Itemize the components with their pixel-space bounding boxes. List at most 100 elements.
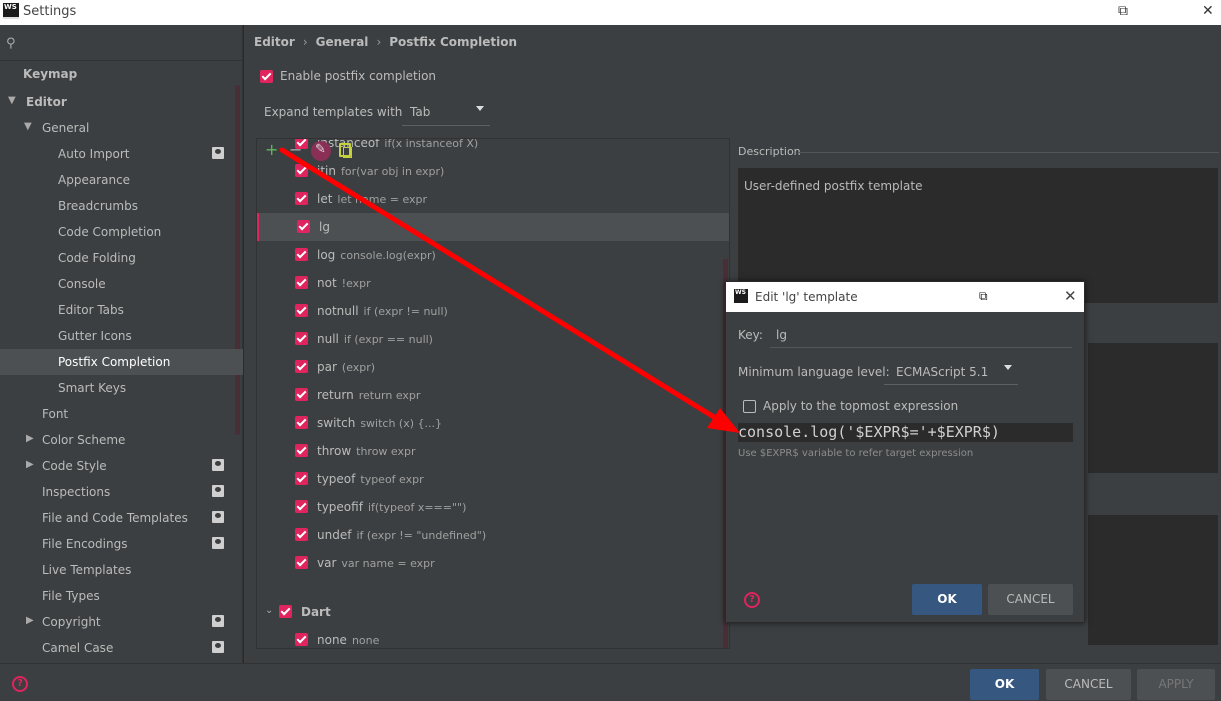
template-key: typeofif: [317, 500, 363, 514]
template-checkbox[interactable]: [295, 556, 308, 569]
dialog-close-icon[interactable]: ✕: [1064, 287, 1077, 305]
dart-group-row[interactable]: ⌄ Dart: [257, 598, 729, 626]
dialog-ok-button[interactable]: OK: [912, 584, 982, 615]
cancel-button[interactable]: CANCEL: [1046, 669, 1131, 700]
remove-template-button[interactable]: −: [289, 141, 302, 159]
sidebar-item-file-and-code-templates[interactable]: File and Code Templates: [42, 505, 188, 531]
min-level-label: Minimum language level:: [738, 365, 890, 379]
chevron-down-icon[interactable]: ▼: [8, 95, 16, 106]
template-row[interactable]: none none: [257, 626, 729, 648]
template-checkbox[interactable]: [295, 633, 308, 646]
template-row[interactable]: par (expr): [257, 353, 729, 381]
template-checkbox[interactable]: [295, 248, 308, 261]
template-row[interactable]: null if (expr == null): [257, 325, 729, 353]
sidebar-scrollbar[interactable]: [235, 85, 240, 435]
template-checkbox[interactable]: [295, 500, 308, 513]
breadcrumb-editor[interactable]: Editor: [254, 35, 295, 49]
chevron-right-icon[interactable]: ▶: [26, 459, 34, 470]
dart-group-checkbox[interactable]: [279, 605, 292, 618]
sidebar-item-keymap[interactable]: Keymap: [23, 61, 77, 87]
template-row[interactable]: return return expr: [257, 381, 729, 409]
edit-template-button[interactable]: [311, 141, 331, 161]
breadcrumb-general[interactable]: General: [316, 35, 369, 49]
apply-button[interactable]: APPLY: [1137, 669, 1215, 700]
template-example: switch (x) {...}: [360, 417, 443, 430]
template-checkbox[interactable]: [297, 220, 310, 233]
sidebar-item-font[interactable]: Font: [42, 401, 68, 427]
chevron-down-icon[interactable]: ⌄: [265, 605, 273, 616]
template-row[interactable]: typeof typeof expr: [257, 465, 729, 493]
min-level-select[interactable]: ECMAScript 5.1: [884, 359, 1018, 385]
sidebar-item-inspections[interactable]: Inspections: [42, 479, 110, 505]
copy-template-icon[interactable]: [339, 143, 352, 158]
sidebar-item-file-encodings[interactable]: File Encodings: [42, 531, 127, 557]
edit-template-dialog: WS Edit 'lg' template ⧉ ✕ Key: lg Minimu…: [725, 281, 1085, 623]
sidebar-item-live-templates[interactable]: Live Templates: [42, 557, 131, 583]
topmost-checkbox[interactable]: [743, 400, 756, 413]
template-row[interactable]: switch switch (x) {...}: [257, 409, 729, 437]
template-example: (expr): [341, 361, 376, 374]
template-row[interactable]: undef if (expr != "undefined"): [257, 521, 729, 549]
template-checkbox[interactable]: [295, 360, 308, 373]
sidebar-item-color-scheme[interactable]: Color Scheme: [42, 427, 125, 453]
template-checkbox[interactable]: [295, 528, 308, 541]
template-row[interactable]: notnull if (expr != null): [257, 297, 729, 325]
sidebar-item-general[interactable]: General: [42, 115, 89, 141]
search-icon[interactable]: ⚲: [6, 36, 16, 51]
template-checkbox[interactable]: [295, 416, 308, 429]
template-row[interactable]: throw throw expr: [257, 437, 729, 465]
sidebar-item-appearance[interactable]: Appearance: [58, 167, 130, 193]
chevron-right-icon[interactable]: ▶: [26, 615, 34, 626]
enable-postfix-checkbox[interactable]: [260, 70, 273, 83]
expand-templates-select[interactable]: Tab: [402, 100, 490, 126]
sidebar-item-auto-import[interactable]: Auto Import: [58, 141, 130, 167]
sidebar-item-camel-case[interactable]: Camel Case: [42, 635, 113, 661]
sidebar-item-console[interactable]: Console: [58, 271, 106, 297]
dialog-title: Edit 'lg' template: [755, 290, 858, 304]
sidebar-item-code-completion[interactable]: Code Completion: [58, 219, 161, 245]
chevron-down-icon[interactable]: ▼: [24, 121, 32, 132]
template-checkbox[interactable]: [295, 472, 308, 485]
key-input[interactable]: lg: [770, 322, 1072, 348]
template-key: itin: [317, 164, 336, 178]
help-icon[interactable]: ?: [12, 676, 28, 692]
restore-icon[interactable]: ⧉: [979, 289, 988, 304]
webstorm-logo-icon: WS: [3, 3, 19, 19]
template-checkbox[interactable]: [295, 332, 308, 345]
template-example: if(typeof x===""): [367, 501, 467, 514]
description-divider: [799, 152, 1219, 153]
template-code-editor[interactable]: console.log('$EXPR$='+$EXPR$): [738, 423, 1073, 442]
sidebar-item-code-folding[interactable]: Code Folding: [58, 245, 136, 271]
sidebar-item-copyright[interactable]: Copyright: [42, 609, 101, 635]
help-icon[interactable]: ?: [744, 592, 760, 608]
template-checkbox[interactable]: [295, 164, 308, 177]
template-row[interactable]: var var name = expr: [257, 549, 729, 577]
sidebar-item-editor-tabs[interactable]: Editor Tabs: [58, 297, 124, 323]
template-row[interactable]: log console.log(expr): [257, 241, 729, 269]
template-checkbox[interactable]: [295, 304, 308, 317]
template-checkbox[interactable]: [295, 388, 308, 401]
breadcrumb-current: Postfix Completion: [389, 35, 518, 49]
sidebar-item-smart-keys[interactable]: Smart Keys: [58, 375, 126, 401]
sidebar-search[interactable]: ⚲: [0, 25, 243, 61]
chevron-right-icon[interactable]: ▶: [26, 433, 34, 444]
template-row[interactable]: not !expr: [257, 269, 729, 297]
ok-button[interactable]: OK: [970, 669, 1039, 700]
template-checkbox[interactable]: [295, 444, 308, 457]
template-checkbox[interactable]: [295, 192, 308, 205]
sidebar-item-postfix-completion[interactable]: Postfix Completion: [58, 349, 170, 375]
sidebar-item-breadcrumbs[interactable]: Breadcrumbs: [58, 193, 138, 219]
add-template-button[interactable]: +: [265, 141, 278, 159]
restore-icon[interactable]: ⧉: [1118, 3, 1128, 19]
sidebar-item-code-style[interactable]: Code Style: [42, 453, 107, 479]
sidebar-item-file-types[interactable]: File Types: [42, 583, 100, 609]
dialog-cancel-button[interactable]: CANCEL: [988, 584, 1073, 615]
template-row[interactable]: lg: [257, 213, 729, 241]
template-row[interactable]: let let name = expr: [257, 185, 729, 213]
key-value: lg: [776, 328, 787, 342]
sidebar-item-editor[interactable]: Editor: [26, 89, 67, 115]
close-icon[interactable]: ✕: [1202, 3, 1214, 19]
template-row[interactable]: typeofif if(typeof x===""): [257, 493, 729, 521]
template-checkbox[interactable]: [295, 276, 308, 289]
sidebar-item-gutter-icons[interactable]: Gutter Icons: [58, 323, 132, 349]
